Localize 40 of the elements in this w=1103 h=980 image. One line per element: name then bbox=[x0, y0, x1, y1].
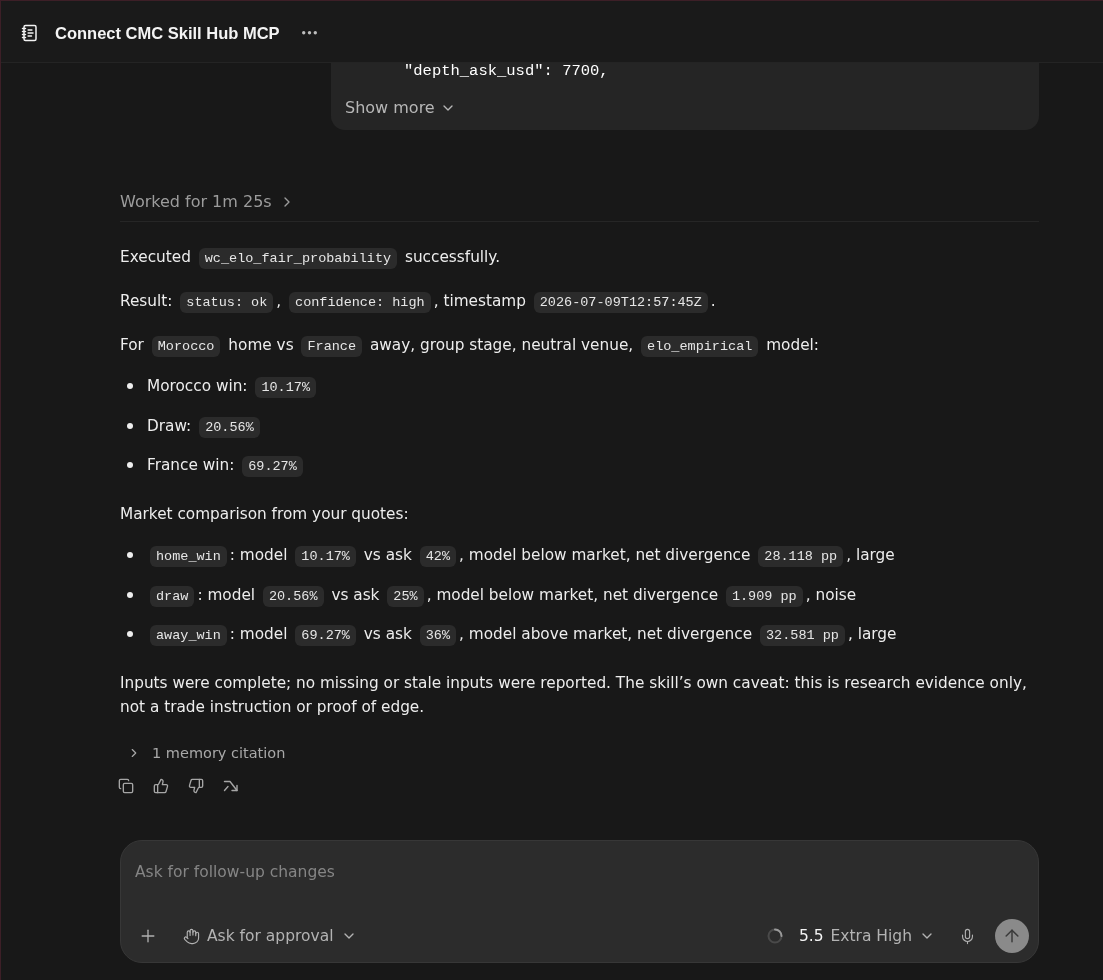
microphone-button[interactable] bbox=[959, 927, 976, 945]
bullet-icon bbox=[127, 462, 133, 468]
copy-icon bbox=[118, 778, 134, 794]
memory-citation-toggle[interactable]: 1 memory citation bbox=[120, 743, 286, 763]
message-paragraph: For Morocco home vs France away, group stage, neutral venue, elo_empirical model: bbox=[120, 333, 1039, 357]
worked-duration-toggle[interactable]: Worked for 1m 25s bbox=[120, 191, 295, 213]
bullet-icon bbox=[127, 552, 133, 558]
send-button[interactable] bbox=[995, 919, 1029, 953]
copy-button[interactable] bbox=[118, 778, 134, 794]
bullet-icon bbox=[127, 422, 133, 429]
thumbs-up-icon bbox=[153, 778, 169, 794]
list-item-text: Morocco win: 10.17% bbox=[147, 374, 319, 398]
message-paragraph: Result: status: ok , confidence: high , timestamp 2026-07-09T12:57:45Z . bbox=[120, 289, 1039, 313]
thumbs-down-icon bbox=[188, 778, 204, 794]
corner-arrow-icon bbox=[223, 778, 239, 794]
message-paragraph: Executed wc_elo_fair_probability successfully. bbox=[120, 245, 1039, 269]
list-item-text: France win: 69.27% bbox=[147, 453, 306, 477]
microphone-icon bbox=[959, 927, 976, 945]
message-paragraph: Market comparison from your quotes: bbox=[120, 504, 410, 525]
loading-spinner-icon bbox=[766, 928, 783, 944]
code-line: "depth_ask_usd": 7700, bbox=[403, 63, 609, 79]
share-button[interactable] bbox=[223, 778, 239, 794]
message-input[interactable]: Ask for follow-up changes bbox=[135, 860, 1029, 884]
list-item-text: draw : model 20.56% vs ask 25% , model below market, net divergence 1.909 pp , noise bbox=[147, 582, 857, 607]
list-item-text: away_win : model 69.27% vs ask 36% , model above market, net divergence 32.581 pp , large bbox=[147, 622, 897, 646]
bullet-icon bbox=[127, 591, 133, 598]
thumbs-down-button[interactable] bbox=[188, 778, 204, 794]
bullet-icon bbox=[127, 631, 133, 637]
show-more-button[interactable]: Show more bbox=[345, 97, 456, 119]
bullet-icon bbox=[127, 383, 133, 389]
message-paragraph: Inputs were complete; no missing or stale inputs were reported. The skill’s own caveat: this is research evidence only, not a trade instruction or proof of edge. bbox=[120, 673, 1028, 718]
model-selector-button[interactable]: 5.5 Extra High bbox=[798, 925, 935, 947]
approval-mode-button[interactable]: Ask for approval bbox=[183, 925, 357, 947]
ellipsis-icon bbox=[301, 31, 317, 35]
list-item-text: home_win : model 10.17% vs ask 42% , model below market, net divergence 28.118 pp , large bbox=[147, 543, 895, 567]
list-item-text: Draw: 20.56% bbox=[147, 413, 263, 438]
notebook-icon bbox=[21, 24, 39, 42]
hand-icon bbox=[183, 927, 200, 945]
thread-title: Connect CMC Skill Hub MCP bbox=[55, 23, 280, 43]
thumbs-up-button[interactable] bbox=[153, 778, 169, 794]
